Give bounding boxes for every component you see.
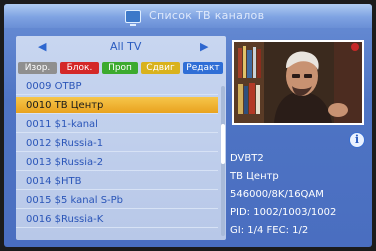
preview-image [234,42,362,123]
color-button-blue[interactable]: Редакт [183,62,223,74]
channel-row[interactable]: 0015 $5 kanal S-Pb [16,192,218,209]
info-channel-name: ТВ Центр [230,171,279,182]
title-bar: Список ТВ каналов [4,4,372,28]
channel-row[interactable]: 0014 $HTB [16,173,218,190]
channel-row[interactable]: 0011 $1-kanal [16,116,218,133]
scrollbar[interactable] [221,86,225,236]
channel-list-screen: Список ТВ каналов ◀ All TV ▶ Изор. Блок.… [4,4,372,247]
page-title: Список ТВ каналов [149,9,265,22]
color-button-yellow[interactable]: Сдвиг [141,62,180,74]
list-name: All TV [110,40,142,53]
scrollbar-thumb[interactable] [221,124,225,164]
color-button-grey[interactable]: Изор. [18,62,57,74]
color-button-red[interactable]: Блок. [60,62,99,74]
channel-row[interactable]: 0009 OTBP [16,78,218,95]
color-button-green[interactable]: Проп [102,62,138,74]
triangle-right-icon[interactable]: ▶ [200,41,208,53]
triangle-left-icon[interactable]: ◀ [38,41,46,53]
info-pid: PID: 1002/1003/1002 [230,207,337,218]
info-gi-fec: GI: 1/4 FEC: 1/2 [230,225,309,236]
info-standard: DVBT2 [230,153,264,164]
video-preview [232,40,364,125]
channel-row[interactable]: 0013 $Russia-2 [16,154,218,171]
channel-list-panel: ◀ All TV ▶ Изор. Блок. Проп Сдвиг Редакт… [16,36,226,240]
channel-row[interactable]: 0012 $Russia-1 [16,135,218,152]
channel-row[interactable]: 0016 $Russia-K [16,211,218,228]
info-frequency: 546000/8K/16QAM [230,189,324,200]
channel-row-selected[interactable]: 0010 ТВ Центр [16,97,218,114]
channel-info: DVBT2 ТВ Центр 546000/8K/16QAM PID: 1002… [230,150,370,240]
tv-icon [125,10,141,26]
info-icon[interactable]: i [349,132,365,148]
